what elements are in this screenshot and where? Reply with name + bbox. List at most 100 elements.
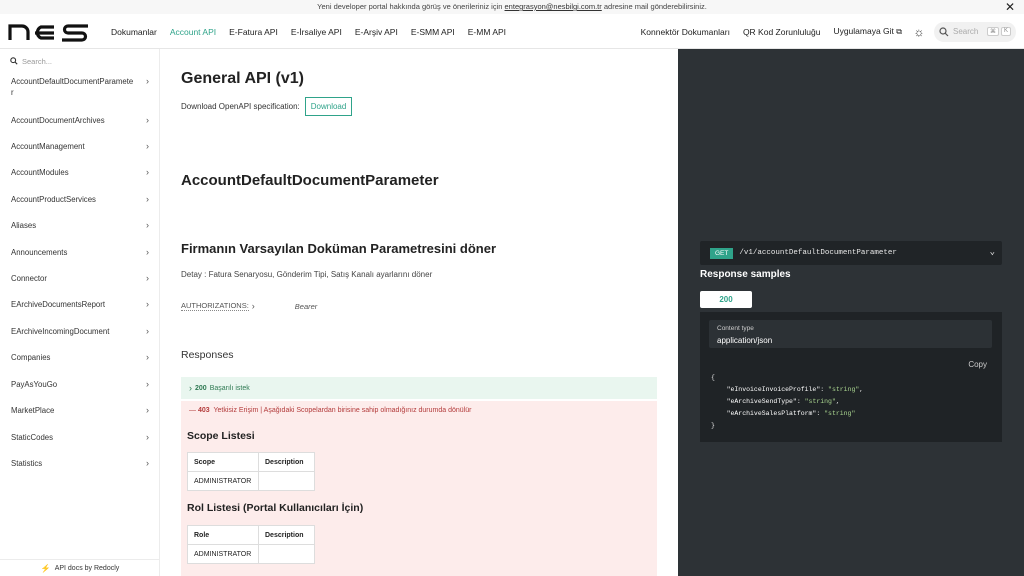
top-search-box[interactable]: Search ⌘ K [934, 21, 1016, 42]
sidebar-item-accountdocumentarchives[interactable]: AccountDocumentArchives › [11, 115, 149, 126]
code-key: "eArchiveSalesPlatform" [726, 410, 817, 417]
sidebar-item-staticcodes[interactable]: StaticCodes › [11, 432, 149, 443]
response-403-text: Yetkisiz Erişim | Aşağıdaki Scopelardan … [213, 407, 472, 414]
theme-toggle-icon[interactable]: ☼ [912, 25, 926, 39]
table-row: ADMINISTRATOR [187, 471, 315, 491]
table-header: Description [258, 525, 315, 545]
sidebar-item-accountmanagement[interactable]: AccountManagement › [11, 141, 149, 152]
sidebar-item-marketplace[interactable]: MarketPlace › [11, 405, 149, 416]
sidebar-item-payasyougo[interactable]: PayAsYouGo › [11, 379, 149, 390]
chevron-right-icon: › [189, 383, 192, 393]
page-title: General API (v1) [181, 70, 305, 87]
top-navigation: Dokumanlar Account API E-Fatura API E-İr… [0, 14, 1024, 49]
search-icon [10, 57, 18, 65]
response-403: — 403 Yetkisiz Erişim | Aşağıdaki Scopel… [181, 401, 657, 576]
kbd-cmd: ⌘ [986, 27, 999, 36]
scope-list-title: Scope Listesi [187, 430, 255, 442]
announcement-banner: Yeni developer portal hakkında görüş ve … [0, 0, 1024, 14]
sidebar-item-accountdefaultdocumentparameter[interactable]: AccountDefaultDocumentParameter › [11, 76, 149, 98]
sidebar-item-label: Announcements [11, 248, 68, 257]
nav-qr-kod[interactable]: QR Kod Zorunluluğu [743, 27, 821, 37]
table-cell [258, 544, 315, 564]
copy-button[interactable]: Copy [968, 360, 987, 369]
table-cell: ADMINISTRATOR [187, 471, 259, 491]
sidebar-item-label: Aliases [11, 221, 37, 230]
redocly-footer-link[interactable]: ⚡ API docs by Redocly [0, 559, 160, 576]
nav-konnektor-dokumanlari[interactable]: Konnektör Dokumanları [641, 27, 730, 37]
response-200[interactable]: › 200 Başarılı istek [181, 377, 657, 399]
tab-200[interactable]: 200 [700, 291, 752, 308]
banner-text-after: adresine mail gönderebilirsiniz. [601, 2, 707, 11]
sidebar-item-accountproductservices[interactable]: AccountProductServices › [11, 194, 149, 205]
role-table: Role Description ADMINISTRATOR [187, 525, 315, 564]
sidebar-item-label: EArchiveDocumentsReport [11, 300, 106, 309]
responses-title: Responses [181, 349, 234, 361]
banner-email-link[interactable]: entegrasyon@nesbilgi.com.tr [505, 2, 602, 11]
chevron-right-icon: › [146, 115, 149, 125]
response-403-code: 403 [197, 407, 210, 414]
table-cell: ADMINISTRATOR [187, 544, 259, 564]
sidebar-item-aliases[interactable]: Aliases › [11, 220, 149, 231]
endpoint-selector[interactable]: GET /v1/accountDefaultDocumentParameter … [700, 241, 1002, 265]
code-value: "string" [824, 410, 856, 417]
sidebar-item-earchivedocumentsreport[interactable]: EArchiveDocumentsReport › [11, 299, 149, 310]
sidebar-item-connector[interactable]: Connector › [11, 273, 149, 284]
nav-account-api[interactable]: Account API [170, 27, 216, 37]
operation-detail: Detay : Fatura Senaryosu, Gönderim Tipi,… [181, 270, 433, 279]
chevron-right-icon[interactable]: › [252, 301, 255, 311]
chevron-right-icon: › [146, 405, 149, 415]
chevron-right-icon: › [146, 379, 149, 389]
sidebar-search[interactable]: Search... [10, 54, 150, 68]
authorizations-value: Bearer [294, 301, 318, 311]
redocly-icon: ⚡ [40, 563, 51, 573]
table-header: Scope [187, 452, 259, 472]
sidebar-item-label: MarketPlace [11, 406, 55, 415]
authorizations-label[interactable]: AUTHORIZATIONS: [181, 301, 249, 311]
table-header-row: Role Description [187, 525, 315, 545]
response-403-header[interactable]: — 403 Yetkisiz Erişim | Aşağıdaki Scopel… [189, 407, 471, 414]
nav-uygulamaya-git[interactable]: Uygulamaya Git ⧉ [833, 26, 902, 37]
nav-dokumanlar[interactable]: Dokumanlar [111, 27, 157, 37]
nav-earsiv-api[interactable]: E-Arşiv API [355, 27, 398, 37]
banner-text-before: Yeni developer portal hakkında görüş ve … [317, 2, 505, 11]
code-key: "eArchiveSendType" [726, 398, 797, 405]
redocly-footer-label: API docs by Redocly [54, 564, 120, 572]
download-button[interactable]: Download [304, 97, 353, 116]
table-header: Role [187, 525, 259, 545]
close-icon[interactable]: ✕ [1005, 0, 1015, 14]
sidebar-item-announcements[interactable]: Announcements › [11, 247, 149, 258]
authorizations-row: AUTHORIZATIONS: › Bearer [181, 301, 317, 311]
chevron-right-icon: › [146, 458, 149, 468]
nav-esmm-api[interactable]: E-SMM API [411, 27, 455, 37]
chevron-right-icon: › [146, 220, 149, 230]
sidebar-item-label: StaticCodes [11, 433, 54, 442]
search-shortcut: ⌘ K [986, 27, 1011, 36]
chevron-right-icon: › [146, 326, 149, 336]
chevron-right-icon: › [146, 247, 149, 257]
chevron-right-icon: › [146, 141, 149, 151]
collapse-icon: — [189, 407, 196, 414]
sidebar-item-companies[interactable]: Companies › [11, 352, 149, 363]
sidebar-item-label: AccountManagement [11, 142, 85, 151]
sidebar-item-earchiveincomingdocument[interactable]: EArchiveIncomingDocument › [11, 326, 149, 337]
sidebar-item-accountmodules[interactable]: AccountModules › [11, 167, 149, 178]
sidebar-item-label: AccountProductServices [11, 195, 96, 204]
content-type-selector[interactable]: Content type application/json [709, 320, 992, 348]
kbd-k: K [1000, 27, 1011, 36]
role-list-title: Rol Listesi (Portal Kullanıcıları İçin) [187, 502, 364, 514]
nav-efatura-api[interactable]: E-Fatura API [229, 27, 278, 37]
nes-logo[interactable] [8, 22, 94, 42]
nav-eirsaliye-api[interactable]: E-İrsaliye API [291, 27, 342, 37]
table-header-row: Scope Description [187, 452, 315, 472]
scope-table: Scope Description ADMINISTRATOR [187, 452, 315, 491]
nav-emm-api[interactable]: E-MM API [468, 27, 506, 37]
chevron-down-icon: ⌄ [989, 247, 995, 257]
sidebar-item-statistics[interactable]: Statistics › [11, 458, 149, 469]
sidebar-item-label: Connector [11, 274, 47, 283]
sidebar-item-label: EArchiveIncomingDocument [11, 327, 110, 336]
download-spec-label: Download OpenAPI specification: [181, 102, 300, 111]
code-value: "string" [828, 386, 860, 393]
table-header: Description [258, 452, 315, 472]
top-search-placeholder: Search [953, 27, 979, 36]
right-panel: GET /v1/accountDefaultDocumentParameter … [678, 49, 1024, 576]
